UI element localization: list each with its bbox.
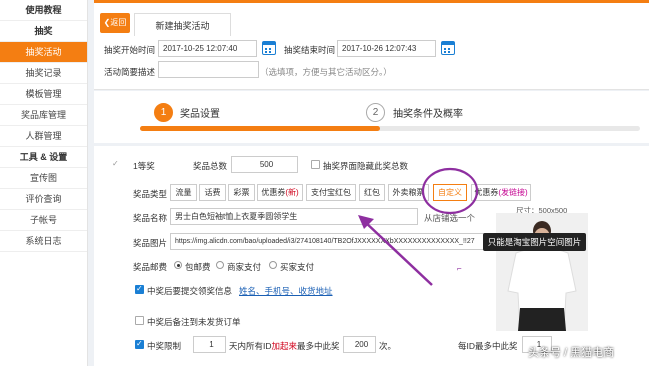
activity-time-form: 抽奖开始时间 2017-10-25 12:07:40 抽奖结束时间 2017-1… [94, 36, 649, 90]
watermark: 头条号 / 黑猫电商 [528, 347, 615, 359]
hide-total-checkbox[interactable] [311, 160, 320, 169]
sidebar-item-system-log[interactable]: 系统日志 [0, 231, 87, 252]
step-indicator: 1 奖品设置 2 抽奖条件及概率 [94, 91, 649, 143]
submit-info-label: 中奖后要提交领奖信息 [147, 286, 233, 296]
sidebar-item-prize-library[interactable]: 奖品库管理 [0, 105, 87, 126]
sidebar-item-review-query[interactable]: 评价查询 [0, 189, 87, 210]
type-button-coupon-link[interactable]: 优惠券(发链接) [471, 184, 531, 201]
type-button-data[interactable]: 流量 [170, 184, 197, 201]
start-time-input[interactable]: 2017-10-25 12:07:40 [158, 40, 257, 57]
sidebar-item-tutorial[interactable]: 使用教程 [0, 0, 87, 21]
sidebar-item-template-manage[interactable]: 模板管理 [0, 84, 87, 105]
prize-total-label: 奖品总数 [193, 161, 228, 171]
prize-image-label: 奖品图片 [133, 238, 168, 248]
description-label: 活动简要描述 [104, 67, 156, 77]
type-button-coupon[interactable]: 优惠券(新) [257, 184, 303, 201]
description-input[interactable] [158, 61, 259, 78]
end-time-input[interactable]: 2017-10-26 12:07:43 [337, 40, 436, 57]
limit-checkbox[interactable] [135, 339, 144, 349]
end-calendar-icon[interactable] [441, 41, 455, 55]
type-button-lottery[interactable]: 彩票 [228, 184, 255, 201]
type-coupon-new-badge: (新) [285, 188, 299, 197]
top-bar: ❮返回 新建抽奖活动 [94, 0, 649, 39]
step1-number: 1 [154, 103, 173, 122]
shipping-buyer-label: 买家支付 [280, 262, 315, 272]
back-button-label: 返回 [110, 18, 127, 27]
limit-unit: 次。 [379, 341, 397, 351]
per-id-label: 每ID最多中此奖 [458, 341, 518, 351]
shipping-free-radio[interactable] [174, 261, 182, 269]
shipping-free-label: 包邮费 [185, 262, 211, 272]
limit-text-part2: 最多中此奖 [297, 341, 340, 351]
sidebar-item-lottery-records[interactable]: 抽奖记录 [0, 63, 87, 84]
start-calendar-icon[interactable] [262, 41, 276, 55]
shipping-buyer-radio[interactable] [269, 261, 277, 269]
limit-label: 中奖限制 [147, 341, 182, 351]
limit-days-input[interactable]: 1 [193, 336, 226, 353]
submit-fields-link[interactable]: 姓名、手机号、收货地址 [239, 285, 333, 297]
prize-product-image [496, 213, 588, 331]
shipping-merchant-label: 商家支付 [227, 262, 262, 272]
sidebar-item-sub-account[interactable]: 子帐号 [0, 210, 87, 231]
prize-check-mark[interactable]: ✓ [112, 159, 121, 168]
step-progress-fill [140, 126, 380, 131]
shipping-label: 奖品邮费 [133, 262, 168, 272]
back-button[interactable]: ❮返回 [100, 13, 130, 33]
submit-info-checkbox[interactable] [135, 284, 144, 294]
hide-total-label: 抽奖界面隐藏此奖总数 [323, 161, 409, 171]
remark-order-checkbox[interactable] [135, 316, 144, 325]
description-hint: （选填项，方便与其它活动区分。） [260, 67, 392, 77]
image-space-tooltip: 只能是淘宝图片空间图片 [483, 233, 586, 251]
annotation-arrow [358, 215, 433, 286]
type-coupon-label: 优惠券 [261, 188, 286, 197]
type-button-red-envelope[interactable]: 红包 [359, 184, 385, 201]
prize-total-input[interactable]: 500 [231, 156, 298, 173]
limit-text-highlight: 加起来 [271, 341, 298, 351]
end-time-label: 抽奖结束时间 [284, 45, 336, 55]
prize-name-label: 奖品名称 [133, 213, 168, 223]
prize-type-label: 奖品类型 [133, 189, 168, 199]
limit-text-part1: 天内所有ID [229, 341, 272, 351]
sidebar-section-lottery: 抽奖 [0, 21, 87, 42]
sidebar: 使用教程 抽奖 抽奖活动 抽奖记录 模板管理 奖品库管理 人群管理 工具 & 设… [0, 0, 88, 366]
step2-number: 2 [366, 103, 385, 122]
shipping-merchant-radio[interactable] [216, 261, 224, 269]
step2-label[interactable]: 抽奖条件及概率 [393, 105, 463, 120]
remark-order-label: 中奖后备注到未发货订单 [147, 317, 241, 327]
limit-text: 天内所有ID加起来最多中此奖 [229, 340, 340, 352]
type-coupon-link-badge: (发链接) [498, 188, 528, 197]
sidebar-item-crowd-manage[interactable]: 人群管理 [0, 126, 87, 147]
sidebar-section-tools: 工具 & 设置 [0, 147, 87, 168]
limit-max-input[interactable]: 200 [343, 336, 376, 353]
step1-label[interactable]: 奖品设置 [180, 105, 220, 120]
start-time-label: 抽奖开始时间 [104, 45, 156, 55]
step-progress-bar [140, 126, 640, 131]
sidebar-item-lottery-activity[interactable]: 抽奖活动 [0, 42, 87, 63]
sidebar-item-promo-image[interactable]: 宣传图 [0, 168, 87, 189]
prize-level: 1等奖 [133, 161, 155, 171]
type-button-phone-credit[interactable]: 话费 [199, 184, 226, 201]
type-button-alipay[interactable]: 支付宝红包 [306, 184, 356, 201]
cursor-mark: ⌐ [457, 264, 462, 273]
